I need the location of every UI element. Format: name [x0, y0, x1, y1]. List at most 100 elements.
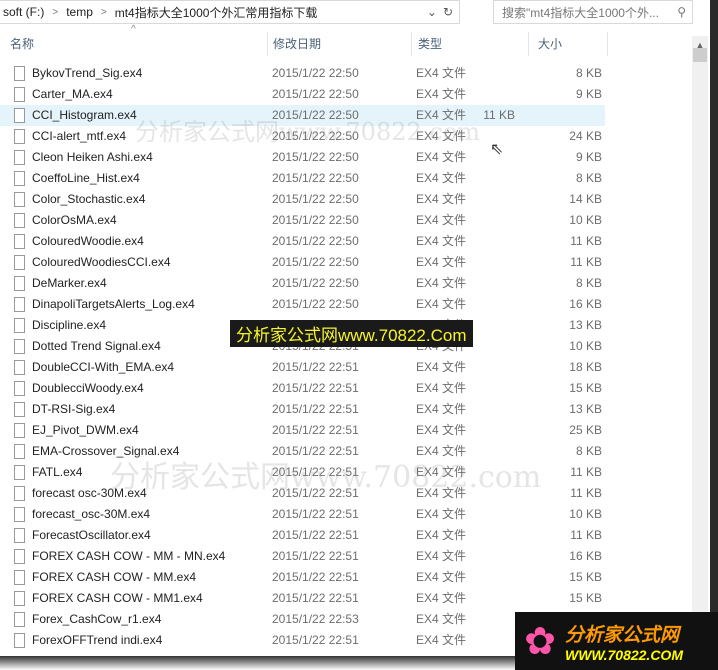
file-icon — [14, 108, 25, 123]
file-type: EX4 文件 — [416, 381, 467, 395]
column-date[interactable]: 修改日期 — [263, 32, 412, 56]
file-type: EX4 文件 — [416, 234, 467, 248]
chevron-down-icon[interactable]: ⌄ — [427, 5, 437, 19]
file-row[interactable]: ColouredWoodiesCCI.ex4 2015/1/22 22:50 E… — [0, 252, 692, 273]
file-name: FATL.ex4 — [32, 465, 83, 479]
file-size: 10 KB — [569, 507, 602, 521]
file-row[interactable]: ForecastOscillator.ex4 2015/1/22 22:51 E… — [0, 525, 692, 546]
file-name: Cleon Heiken Ashi.ex4 — [32, 150, 153, 164]
file-row[interactable]: FOREX CASH COW - MM - MN.ex4 2015/1/22 2… — [0, 546, 692, 567]
file-icon — [14, 276, 25, 291]
file-icon — [14, 549, 25, 564]
file-icon — [14, 150, 25, 165]
file-icon — [14, 423, 25, 438]
file-date: 2015/1/22 22:51 — [272, 633, 359, 647]
file-row[interactable]: ColouredWoodie.ex4 2015/1/22 22:50 EX4 文… — [0, 231, 692, 252]
file-icon — [14, 507, 25, 522]
chevron-right-icon: > — [100, 6, 107, 18]
file-date: 2015/1/22 22:50 — [272, 297, 359, 311]
file-date: 2015/1/22 22:50 — [272, 276, 359, 290]
file-icon — [14, 360, 25, 375]
file-icon — [14, 339, 25, 354]
file-date: 2015/1/22 22:51 — [272, 549, 359, 563]
file-name: CoeffoLine_Hist.ex4 — [32, 171, 140, 185]
file-row[interactable]: FOREX CASH COW - MM1.ex4 2015/1/22 22:51… — [0, 588, 692, 609]
file-type: EX4 文件 — [416, 297, 467, 311]
file-name: CCI-alert_mtf.ex4 — [32, 129, 127, 143]
column-size[interactable]: 大小 — [528, 32, 608, 56]
file-date: 2015/1/22 22:51 — [272, 381, 359, 395]
column-type[interactable]: 类型 — [408, 32, 529, 56]
breadcrumb-drive[interactable]: soft (F:) — [3, 5, 44, 19]
column-name[interactable]: 名称 — [0, 32, 268, 56]
watermark-banner: 分析家公式网www.70822.Com — [230, 320, 473, 347]
file-row[interactable]: Color_Stochastic.ex4 2015/1/22 22:50 EX4… — [0, 189, 692, 210]
file-icon — [14, 633, 25, 648]
file-row[interactable]: DinapoliTargetsAlerts_Log.ex4 2015/1/22 … — [0, 294, 692, 315]
file-icon — [14, 528, 25, 543]
file-name: ColouredWoodiesCCI.ex4 — [32, 255, 171, 269]
file-name: FOREX CASH COW - MM.ex4 — [32, 570, 197, 584]
file-date: 2015/1/22 22:50 — [272, 234, 359, 248]
file-row[interactable]: Carter_MA.ex4 2015/1/22 22:50 EX4 文件 9 K… — [0, 84, 692, 105]
file-row[interactable]: ColorOsMA.ex4 2015/1/22 22:50 EX4 文件 10 … — [0, 210, 692, 231]
file-type: EX4 文件 — [416, 255, 467, 269]
file-type: EX4 文件 — [416, 150, 467, 164]
file-name: Carter_MA.ex4 — [32, 87, 113, 101]
file-icon — [14, 318, 25, 333]
file-type: EX4 文件 — [416, 213, 467, 227]
scrollbar[interactable]: ▲ — [692, 36, 708, 656]
file-type: EX4 文件 — [416, 360, 467, 374]
file-type: EX4 文件 — [416, 402, 467, 416]
file-row[interactable]: forecast_osc-30M.ex4 2015/1/22 22:51 EX4… — [0, 504, 692, 525]
logo-url: WWW.70822.COM — [565, 646, 683, 663]
file-size: 15 KB — [569, 570, 602, 584]
file-row[interactable]: Cleon Heiken Ashi.ex4 2015/1/22 22:50 EX… — [0, 147, 692, 168]
file-date: 2015/1/22 22:51 — [272, 591, 359, 605]
file-row[interactable]: BykovTrend_Sig.ex4 2015/1/22 22:50 EX4 文… — [0, 63, 692, 84]
search-icon[interactable]: ⚲ — [677, 5, 686, 19]
file-icon — [14, 444, 25, 459]
file-type: EX4 文件 — [416, 570, 467, 584]
file-name: ForecastOscillator.ex4 — [32, 528, 151, 542]
file-size: 18 KB — [569, 360, 602, 374]
file-name: DeMarker.ex4 — [32, 276, 107, 290]
file-size: 11 KB — [570, 465, 602, 479]
file-date: 2015/1/22 22:51 — [272, 423, 359, 437]
file-date: 2015/1/22 22:50 — [272, 150, 359, 164]
file-row[interactable]: EJ_Pivot_DWM.ex4 2015/1/22 22:51 EX4 文件 … — [0, 420, 692, 441]
file-name: DoubleCCI-With_EMA.ex4 — [32, 360, 175, 374]
faint-watermark: 分析家公式网www.70822.com — [135, 118, 481, 146]
file-icon — [14, 171, 25, 186]
file-date: 2015/1/22 22:51 — [272, 507, 359, 521]
scrollbar-thumb[interactable] — [693, 48, 707, 62]
breadcrumb-folder[interactable]: mt4指标大全1000个外汇常用指标下载 — [115, 4, 318, 21]
logo-title: 分析家公式网 — [565, 624, 680, 646]
file-size: 24 KB — [569, 129, 602, 143]
file-name: ColouredWoodie.ex4 — [32, 234, 144, 248]
refresh-icon[interactable]: ↻ — [443, 5, 453, 19]
file-type: EX4 文件 — [416, 507, 467, 521]
mouse-cursor-icon: ⇖ — [490, 141, 504, 158]
file-row[interactable]: FOREX CASH COW - MM.ex4 2015/1/22 22:51 … — [0, 567, 692, 588]
file-name: CCI_Histogram.ex4 — [32, 108, 137, 122]
file-name: FOREX CASH COW - MM1.ex4 — [32, 591, 203, 605]
address-bar[interactable]: soft (F:) > temp > mt4指标大全1000个外汇常用指标下载 … — [0, 0, 460, 24]
file-row[interactable]: DeMarker.ex4 2015/1/22 22:50 EX4 文件 8 KB — [0, 273, 692, 294]
file-date: 2015/1/22 22:53 — [272, 612, 359, 626]
file-row[interactable]: DoubleCCI-With_EMA.ex4 2015/1/22 22:51 E… — [0, 357, 692, 378]
file-icon — [14, 213, 25, 228]
breadcrumb-temp[interactable]: temp — [66, 5, 93, 19]
file-list: BykovTrend_Sig.ex4 2015/1/22 22:50 EX4 文… — [0, 63, 692, 651]
file-row[interactable]: DoublecciWoody.ex4 2015/1/22 22:51 EX4 文… — [0, 378, 692, 399]
file-name: Dotted Trend Signal.ex4 — [32, 339, 161, 353]
file-size: 11 KB — [570, 255, 602, 269]
flower-icon: ✿ — [524, 620, 556, 663]
file-row[interactable]: DT-RSI-Sig.ex4 2015/1/22 22:51 EX4 文件 13… — [0, 399, 692, 420]
search-input[interactable]: 搜索"mt4指标大全1000个外... ⚲ — [493, 0, 693, 24]
file-date: 2015/1/22 22:50 — [272, 171, 359, 185]
chevron-right-icon: > — [52, 6, 59, 18]
file-date: 2015/1/22 22:51 — [272, 360, 359, 374]
file-row[interactable]: CoeffoLine_Hist.ex4 2015/1/22 22:50 EX4 … — [0, 168, 692, 189]
file-name: DT-RSI-Sig.ex4 — [32, 402, 116, 416]
